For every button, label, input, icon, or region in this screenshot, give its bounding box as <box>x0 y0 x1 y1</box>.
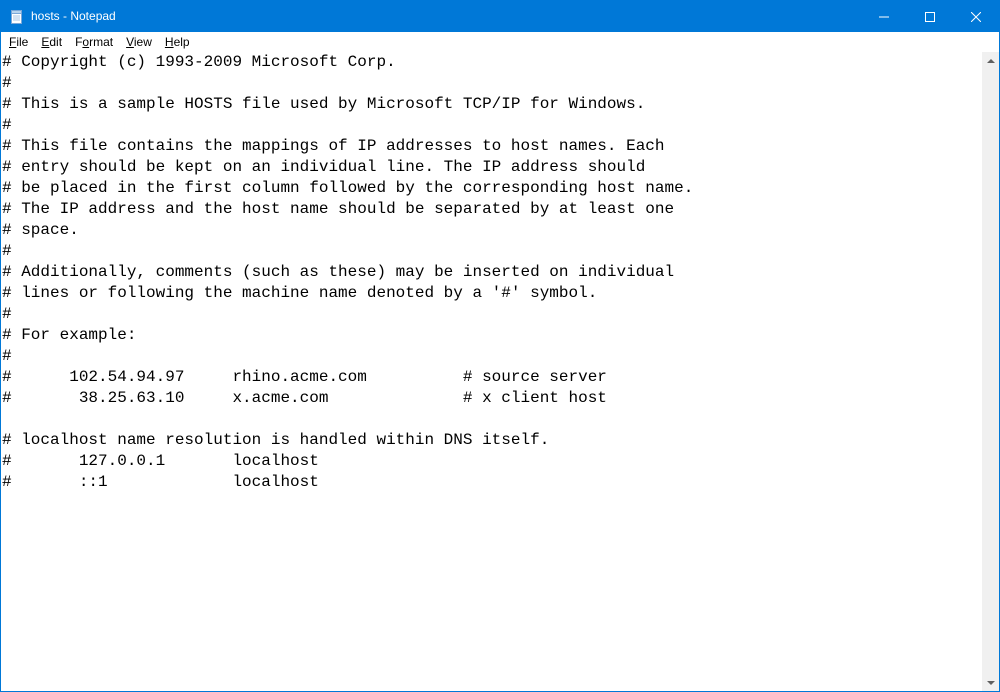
menu-file-rest: ile <box>16 35 28 49</box>
vertical-scrollbar[interactable] <box>982 52 999 691</box>
close-button[interactable] <box>953 1 999 32</box>
menu-format[interactable]: Format <box>69 34 120 50</box>
text-editor[interactable]: # Copyright (c) 1993-2009 Microsoft Corp… <box>1 52 982 691</box>
notepad-icon <box>9 9 25 25</box>
menu-edit-rest: dit <box>49 35 62 49</box>
menu-help-rest: elp <box>174 35 190 49</box>
window-controls <box>861 1 999 32</box>
menubar: File Edit Format View Help <box>1 32 999 52</box>
editor-area: # Copyright (c) 1993-2009 Microsoft Corp… <box>1 52 999 691</box>
scroll-down-arrow[interactable] <box>982 674 999 691</box>
maximize-button[interactable] <box>907 1 953 32</box>
menu-view[interactable]: View <box>120 34 159 50</box>
menu-edit[interactable]: Edit <box>35 34 69 50</box>
scroll-up-arrow[interactable] <box>982 52 999 69</box>
menu-view-rest: iew <box>134 35 152 49</box>
minimize-button[interactable] <box>861 1 907 32</box>
menu-help[interactable]: Help <box>159 34 197 50</box>
menu-format-rest: rmat <box>89 35 113 49</box>
menu-file[interactable]: File <box>3 34 35 50</box>
window-title: hosts - Notepad <box>31 1 861 32</box>
titlebar[interactable]: hosts - Notepad <box>1 1 999 32</box>
